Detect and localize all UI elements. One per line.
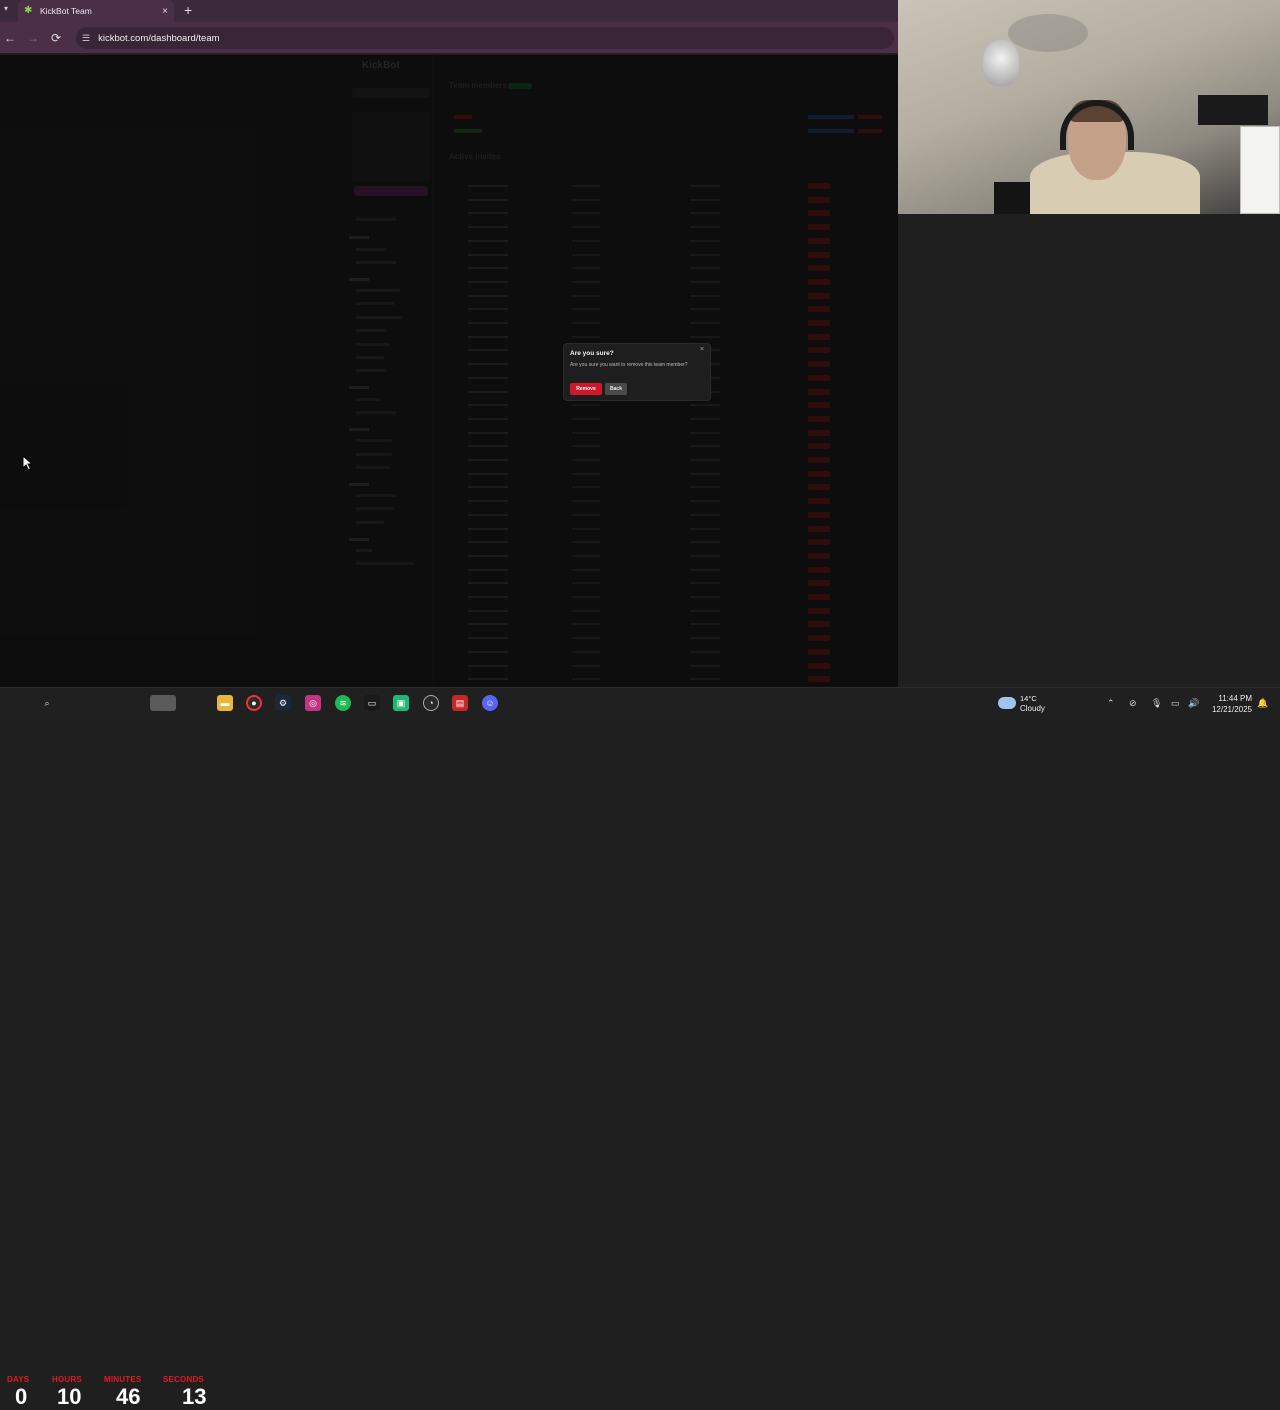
media-app-icon[interactable]: ▤ [452, 695, 468, 711]
timer-seconds-label: SECONDS [163, 1375, 204, 1384]
cabinet [1240, 126, 1280, 214]
clock-time[interactable]: 11:44 PM [1212, 694, 1252, 703]
timer-days: 0 [15, 1384, 28, 1409]
remove-button[interactable]: Remove [570, 383, 602, 395]
back-button-dialog[interactable]: Back [605, 383, 627, 395]
weather-description[interactable]: Cloudy [1020, 704, 1045, 713]
timer-minutes-label: MINUTES [104, 1375, 142, 1384]
tab-title: KickBot Team [40, 6, 92, 16]
timer-days-label: DAYS [7, 1375, 30, 1384]
timer-minutes: 46 [116, 1384, 141, 1409]
timer-hours: 10 [57, 1384, 82, 1409]
notification-icon[interactable]: 🔔 [1257, 698, 1268, 709]
confirm-remove-dialog: Are you sure? × Are you sure you want to… [563, 343, 711, 401]
reload-button[interactable]: ⟳ [51, 31, 61, 45]
display-icon[interactable]: ▭ [1171, 698, 1180, 709]
timer-hours-label: HOURS [52, 1375, 82, 1384]
dialog-message: Are you sure you want to remove this tea… [570, 362, 688, 368]
kickbot-favicon-icon: ✱ [24, 5, 33, 16]
instagram-icon[interactable]: ◎ [305, 695, 321, 711]
new-tab-button[interactable]: + [184, 2, 192, 18]
task-view-icon[interactable] [150, 695, 176, 711]
clock-date[interactable]: 12/21/2025 [1208, 705, 1252, 714]
browser-tab-kickbot-team[interactable]: ✱ KickBot Team × [18, 0, 174, 22]
desktop-background [898, 214, 1280, 687]
chevron-up-icon[interactable]: ⌃ [1107, 698, 1115, 709]
chair [994, 182, 1034, 214]
timer-seconds: 13 [182, 1384, 207, 1409]
weather-temperature[interactable]: 14°C [1020, 694, 1037, 703]
url-text: kickbot.com/dashboard/team [98, 32, 220, 44]
spotify-icon[interactable]: ≋ [335, 695, 351, 711]
countdown-timer: DAYS HOURS MINUTES SECONDS 0 10 46 13 [0, 687, 215, 1409]
volume-icon[interactable]: 🔊 [1188, 698, 1199, 709]
terminal-icon[interactable]: ▭ [364, 695, 380, 711]
headphones [1060, 100, 1134, 150]
url-bar[interactable]: ☰ kickbot.com/dashboard/team [76, 27, 894, 49]
tab-close-icon[interactable]: × [162, 6, 168, 17]
chrome-icon[interactable]: ● [246, 695, 262, 711]
keyboard-instrument [1198, 95, 1268, 125]
microphone-icon[interactable]: 🎙 [1151, 698, 1162, 709]
webcam-overlay [898, 0, 1280, 214]
close-icon[interactable]: × [700, 346, 704, 353]
mouse-cursor-icon [22, 455, 34, 471]
cloud-icon[interactable] [998, 697, 1016, 709]
steam-icon[interactable]: ⚙ [275, 695, 291, 711]
forward-button[interactable]: → [27, 31, 39, 45]
file-explorer-icon[interactable]: ▬ [217, 695, 233, 711]
ceiling-lamp [983, 40, 1019, 86]
modal-overlay[interactable] [0, 55, 898, 687]
tab-search-icon[interactable]: ▾ [4, 4, 8, 13]
app-green-icon[interactable]: ▣ [393, 695, 409, 711]
site-info-icon[interactable]: ☰ [82, 33, 90, 44]
discord-icon[interactable]: ☺ [482, 695, 498, 711]
ceiling-shadow [1008, 14, 1088, 52]
dialog-title: Are you sure? [570, 350, 614, 357]
network-off-icon[interactable]: ⊘ [1129, 698, 1137, 709]
clock-app-icon[interactable]: ◔ [423, 695, 439, 711]
search-icon[interactable]: ⌕ [39, 695, 55, 711]
back-button[interactable]: ← [4, 31, 16, 45]
